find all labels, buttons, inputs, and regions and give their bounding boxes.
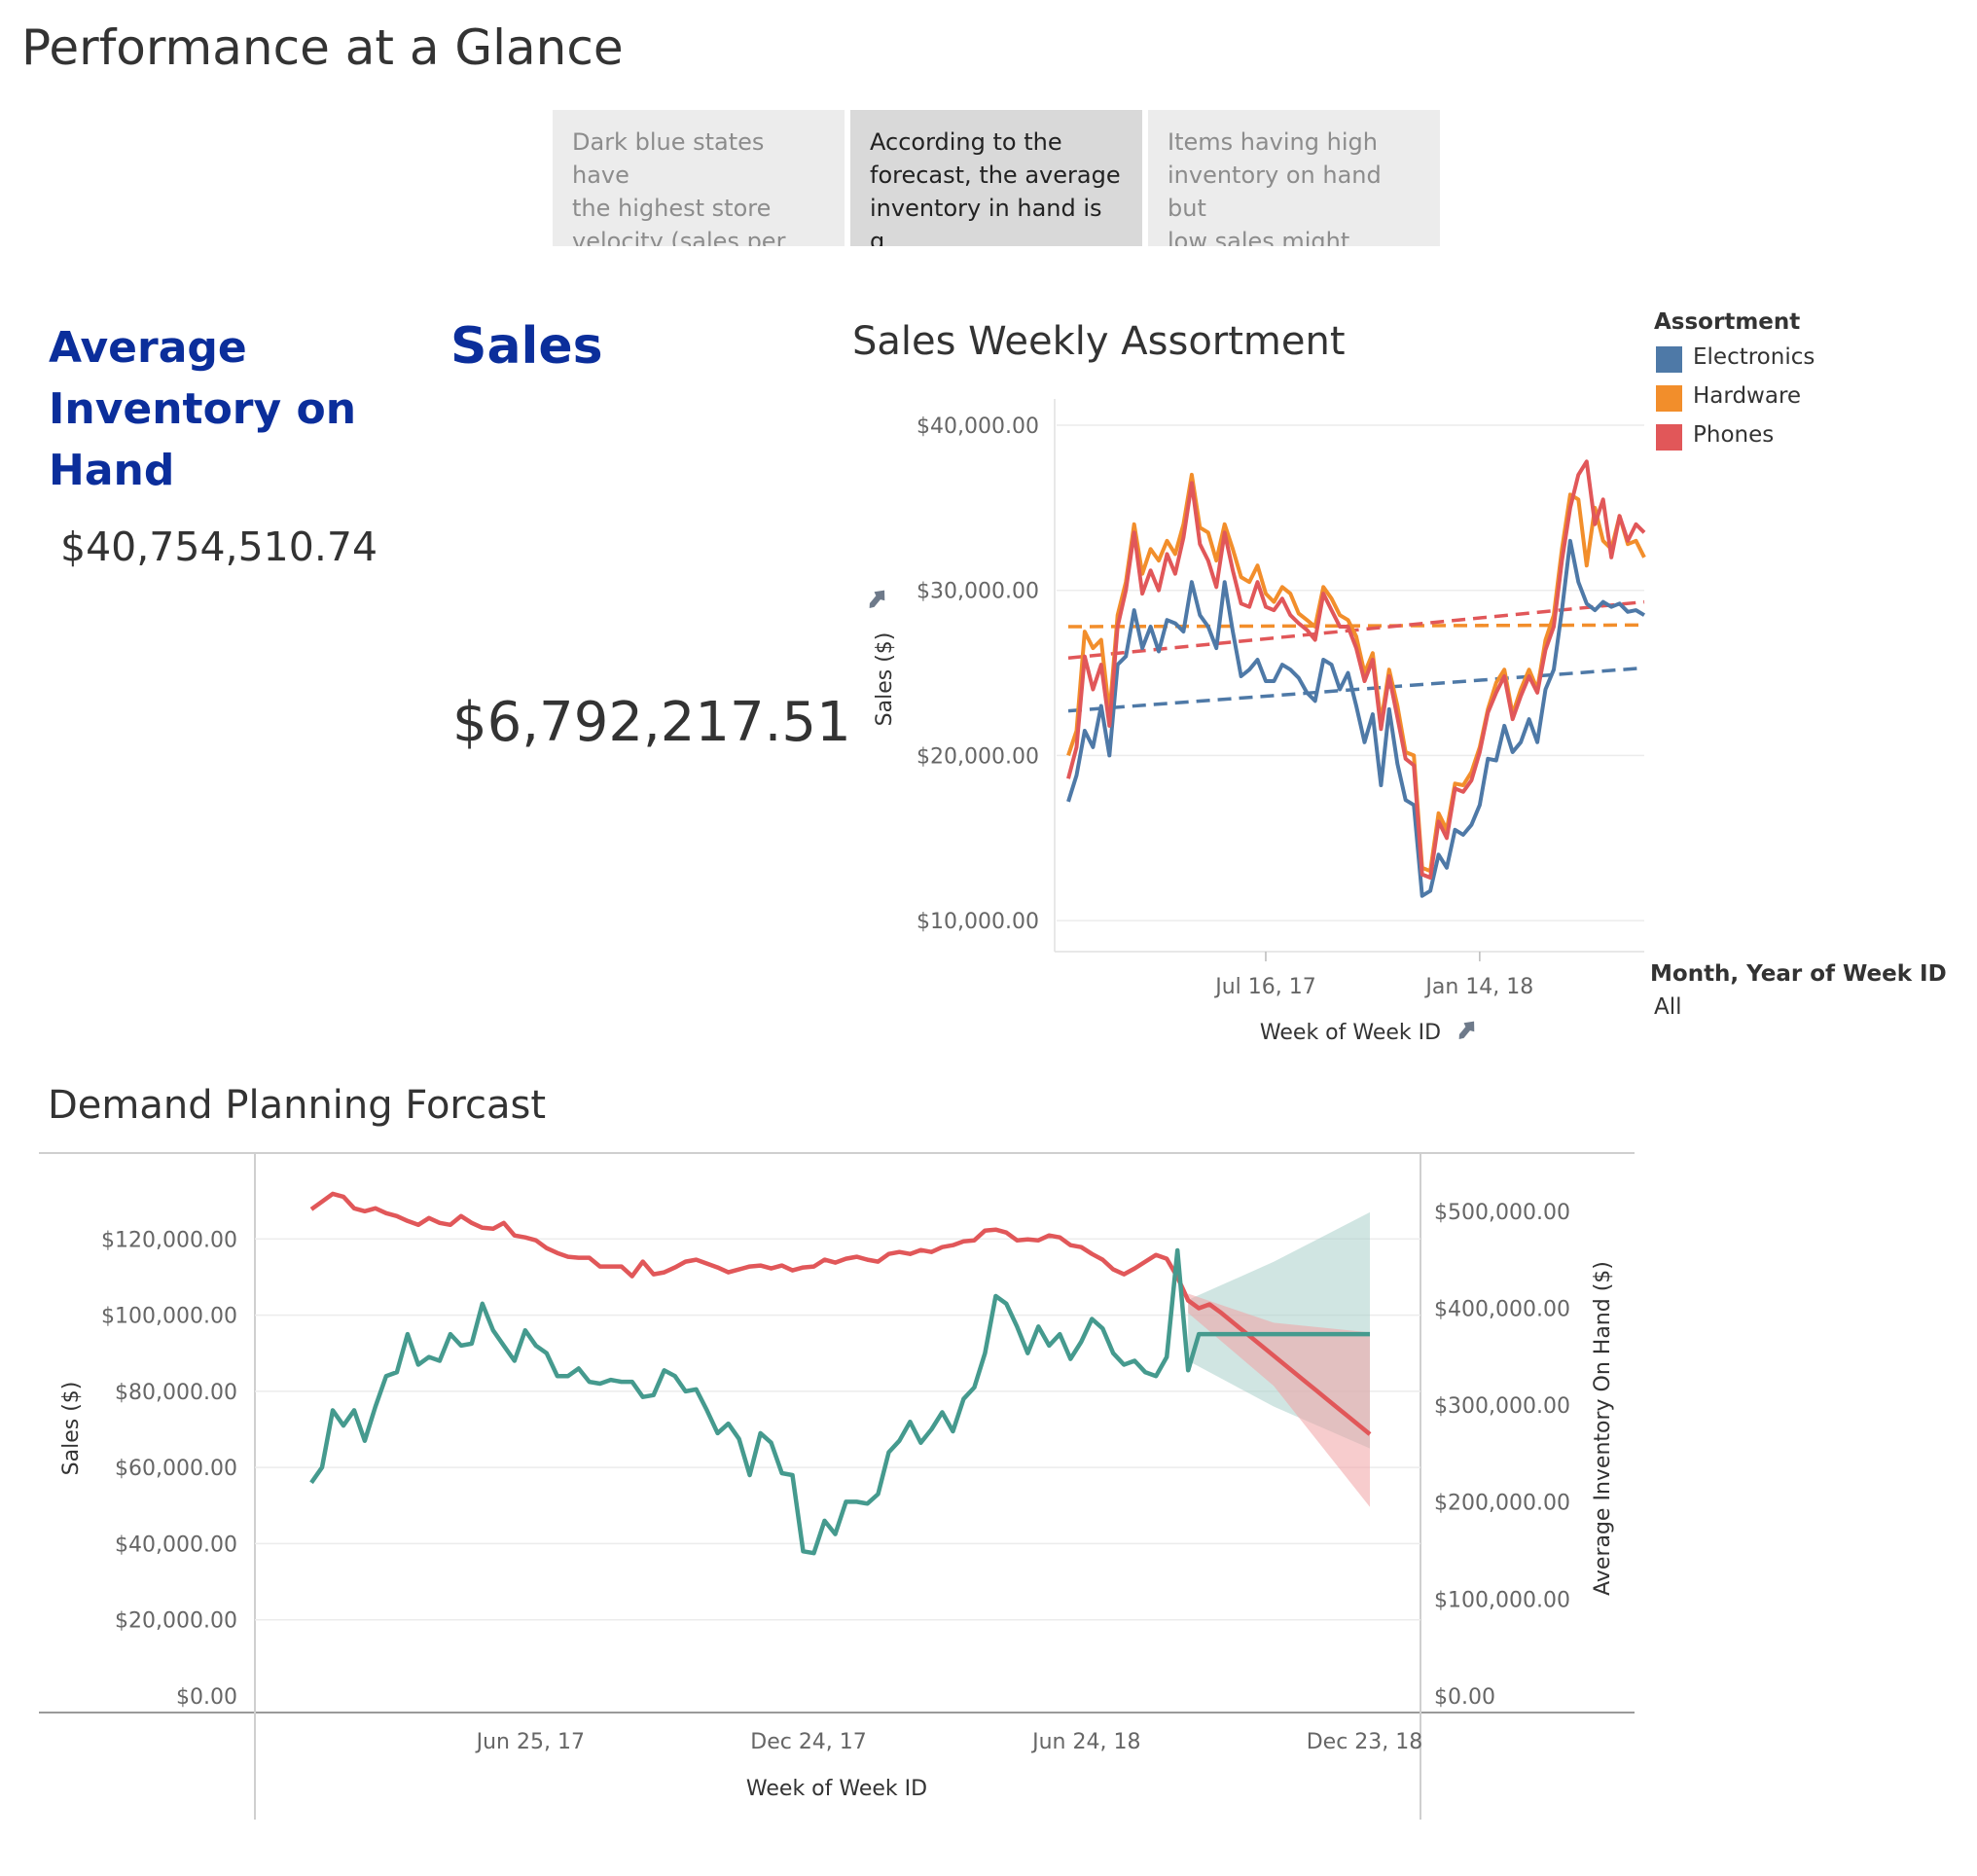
chart1-y-axis-title: Sales ($) — [873, 632, 897, 727]
chart2-x-axis-title: Week of Week ID — [746, 1777, 927, 1801]
chart2-x-tick-label: Dec 23, 18 — [1307, 1730, 1423, 1754]
chart1-x-axis-title: Week of Week ID — [1260, 1021, 1441, 1045]
chart2-y-tick-label: $0.00 — [176, 1685, 237, 1710]
chart2-x-tick-label: Dec 24, 17 — [750, 1730, 867, 1754]
chart2-y-tick-label: $60,000.00 — [115, 1457, 237, 1481]
chart2-y-right-tick-label: $300,000.00 — [1434, 1394, 1570, 1419]
chart1-y-tick-label: $10,000.00 — [917, 910, 1039, 934]
pin-icon — [869, 590, 885, 608]
chart2-y-right-tick-label: $200,000.00 — [1434, 1492, 1570, 1516]
chart2-y-tick-label: $40,000.00 — [115, 1533, 237, 1557]
chart2-x-tick-label: Jun 25, 17 — [475, 1730, 585, 1754]
chart2-y-right-tick-label: $400,000.00 — [1434, 1297, 1570, 1321]
pin-icon — [1458, 1021, 1475, 1039]
series-line-phones — [1066, 459, 1646, 880]
chart1-y-tick-label: $40,000.00 — [917, 415, 1039, 439]
chart2-y-axis-title: Sales ($) — [59, 1382, 84, 1476]
chart2-y-tick-label: $100,000.00 — [101, 1305, 237, 1329]
sales-weekly-assortment-chart[interactable]: $10,000.00 $20,000.00 $30,000.00 $40,000.00… — [0, 0, 1977, 1876]
chart1-y-tick-label: $20,000.00 — [917, 744, 1039, 769]
chart2-y-right-tick-label: $500,000.00 — [1434, 1201, 1570, 1225]
chart2-y-right-tick-label: $0.00 — [1434, 1685, 1495, 1710]
chart2-y-right-tick-label: $100,000.00 — [1434, 1588, 1570, 1612]
chart1-x-tick-label: Jan 14, 18 — [1423, 975, 1533, 999]
chart2-y-tick-label: $20,000.00 — [115, 1609, 237, 1634]
chart2-x-tick-label: Jun 24, 18 — [1030, 1730, 1140, 1754]
chart2-y-right-axis-title: Average Inventory On Hand ($) — [1591, 1261, 1615, 1596]
chart1-x-tick-label: Jul 16, 17 — [1213, 975, 1316, 999]
chart2-y-tick-label: $120,000.00 — [101, 1228, 237, 1252]
series-line-hardware — [1066, 472, 1646, 874]
chart1-y-tick-label: $30,000.00 — [917, 580, 1039, 604]
chart2-y-tick-label: $80,000.00 — [115, 1381, 237, 1405]
